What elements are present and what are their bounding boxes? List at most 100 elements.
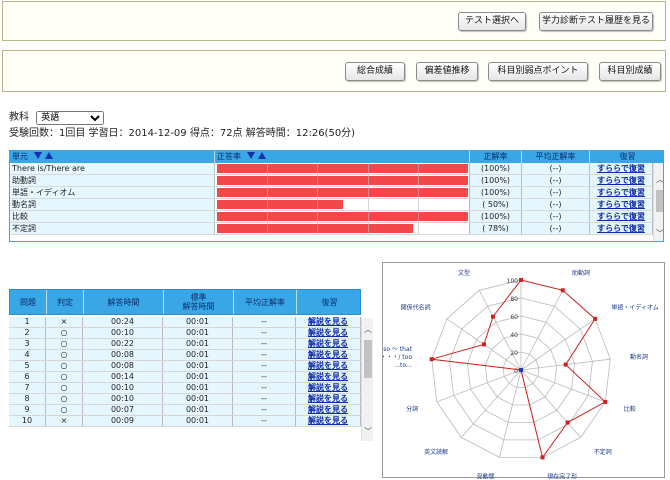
view-explanation-link[interactable]: 解説を見る [308, 328, 348, 337]
scroll-up-icon[interactable]: ︿ [362, 325, 373, 335]
bar-gridline [418, 187, 419, 198]
avg-correct-rate: -- [233, 361, 296, 371]
judge-header: 判定 [47, 290, 84, 314]
bar-gridline [418, 223, 419, 234]
unit-table-scrollbar[interactable]: ︿ ﹀ [653, 163, 663, 241]
standard-time-header: 標準 解答時間 [164, 290, 234, 314]
question-number: 6 [9, 372, 46, 382]
accuracy-header-label: 正答率 [217, 152, 241, 161]
scrollbar-thumb[interactable] [656, 190, 663, 212]
question-results-table: 問題 判定 解答時間 標準 解答時間 平均正解率 復習 1 × 00:24 00:01… [9, 289, 373, 441]
unit-avg-rate: (--) [522, 211, 590, 222]
question-no-header: 問題 [10, 290, 47, 314]
standard-time: 00:01 [163, 339, 233, 349]
subject-results-button[interactable]: 科目別成績 [599, 62, 661, 81]
standard-time: 00:01 [163, 317, 233, 327]
unit-row: 比較 (100%) (--) すららで復習 [10, 211, 653, 223]
radar-data-point [540, 455, 545, 460]
question-table-scrollbar[interactable]: ︿ ﹀ [361, 318, 373, 441]
surara-review-link[interactable]: すららで復習 [597, 224, 645, 233]
scroll-down-icon[interactable]: ﹀ [362, 427, 373, 437]
view-explanation-link[interactable]: 解説を見る [308, 350, 348, 359]
avg-correct-rate: -- [233, 416, 296, 426]
unit-row: 単語・イディオム (100%) (--) すららで復習 [10, 187, 653, 199]
bar-gridline [267, 187, 268, 198]
review-col-header: 復習 [619, 152, 636, 161]
unit-avg-rate: (--) [522, 187, 590, 198]
unit-name: 単語・イディオム [10, 187, 215, 198]
view-explanation-link[interactable]: 解説を見る [308, 416, 348, 425]
question-number: 10 [9, 416, 46, 426]
accuracy-col-header: 正答率 [215, 151, 470, 163]
view-explanation-link[interactable]: 解説を見る [308, 339, 348, 348]
radar-data-point [593, 316, 598, 321]
radar-scale-label: 100 [507, 278, 519, 285]
weak-points-button[interactable]: 科目別弱点ポイント [488, 62, 588, 81]
view-explanation-link[interactable]: 解説を見る [308, 372, 348, 381]
deviation-trend-button[interactable]: 偏差値推移 [416, 62, 478, 81]
unit-name: 比較 [10, 211, 215, 222]
scroll-down-icon[interactable]: ﹀ [654, 229, 663, 239]
unit-col-header: 単元 [10, 151, 215, 163]
view-explanation-link[interactable]: 解説を見る [308, 317, 348, 326]
surara-review-link[interactable]: すららで復習 [597, 164, 645, 173]
avg-correct-rate: -- [233, 328, 296, 338]
view-explanation-link[interactable]: 解説を見る [308, 361, 348, 370]
standard-time: 00:01 [163, 405, 233, 415]
radar-axis-label-line: ・・・/ too [383, 354, 412, 361]
radar-axis-label: 分詞 [406, 405, 418, 413]
radar-scale-label: 60 [510, 314, 518, 321]
answer-time: 00:10 [83, 394, 163, 404]
surara-review-link[interactable]: すららで復習 [597, 176, 645, 185]
question-row: 5 ○ 00:08 00:01 -- 解説を見る [9, 361, 361, 372]
judgement-mark: ○ [46, 339, 83, 349]
radar-axis-label: 助動詞 [572, 269, 590, 277]
surara-review-link[interactable]: すららで復習 [597, 200, 645, 209]
scrollbar-thumb[interactable] [364, 340, 372, 378]
radar-chart-panel: 020406080100There is/There are助動詞単語・イディオ… [380, 257, 665, 480]
unit-accuracy-bar [217, 176, 468, 185]
unit-accuracy-cell [215, 187, 470, 198]
surara-review-link[interactable]: すららで復習 [597, 188, 645, 197]
radar-axis-label: 不定詞 [594, 448, 612, 456]
sort-desc-icon[interactable] [33, 152, 42, 159]
radar-data-point [491, 314, 495, 319]
unit-row: There is/There are (100%) (--) すららで復習 [10, 163, 653, 175]
unit-rate: (100%) [470, 163, 522, 174]
bar-gridline [317, 187, 318, 198]
sort-asc-icon[interactable] [257, 152, 266, 159]
question-number: 2 [9, 328, 46, 338]
question-number: 7 [9, 383, 46, 393]
test-select-button[interactable]: テスト選択へ [458, 12, 526, 31]
radar-axis-label: 関係代名詞 [401, 304, 431, 312]
judgement-mark: ○ [46, 405, 83, 415]
standard-time: 00:01 [163, 383, 233, 393]
standard-time: 00:01 [163, 394, 233, 404]
scroll-up-icon[interactable]: ︿ [654, 175, 663, 185]
sort-desc-icon[interactable] [246, 152, 255, 159]
radar-chart: 020406080100There is/There are助動詞単語・イディオ… [380, 257, 658, 480]
view-explanation-link[interactable]: 解説を見る [308, 394, 348, 403]
explanation-cell: 解説を見る [296, 317, 361, 327]
avg-correct-header: 平均正解率 [234, 290, 297, 314]
unit-accuracy-bar [217, 200, 343, 209]
view-explanation-link[interactable]: 解説を見る [308, 383, 348, 392]
overall-results-button[interactable]: 総合成績 [345, 62, 405, 81]
avg-correct-rate: -- [233, 394, 296, 404]
surara-review-link[interactable]: すららで復習 [597, 212, 645, 221]
unit-review-cell: すららで復習 [590, 223, 653, 234]
question-number: 8 [9, 394, 46, 404]
unit-avg-rate: (--) [522, 175, 590, 186]
radar-spoke [436, 369, 522, 403]
view-explanation-link[interactable]: 解説を見る [308, 405, 348, 414]
sort-asc-icon[interactable] [44, 152, 53, 159]
unit-accuracy-cell [215, 223, 470, 234]
avg-correct-rate: -- [233, 350, 296, 360]
test-history-button[interactable]: 学力診断テスト履歴を見る [539, 12, 653, 31]
question-row: 9 ○ 00:07 00:01 -- 解説を見る [9, 405, 361, 416]
judgement-mark: × [46, 317, 83, 327]
subject-select[interactable]: 英語 [36, 111, 105, 125]
explanation-cell: 解説を見る [296, 394, 361, 404]
judgement-mark: ○ [46, 350, 83, 360]
radar-data-point [482, 342, 486, 347]
